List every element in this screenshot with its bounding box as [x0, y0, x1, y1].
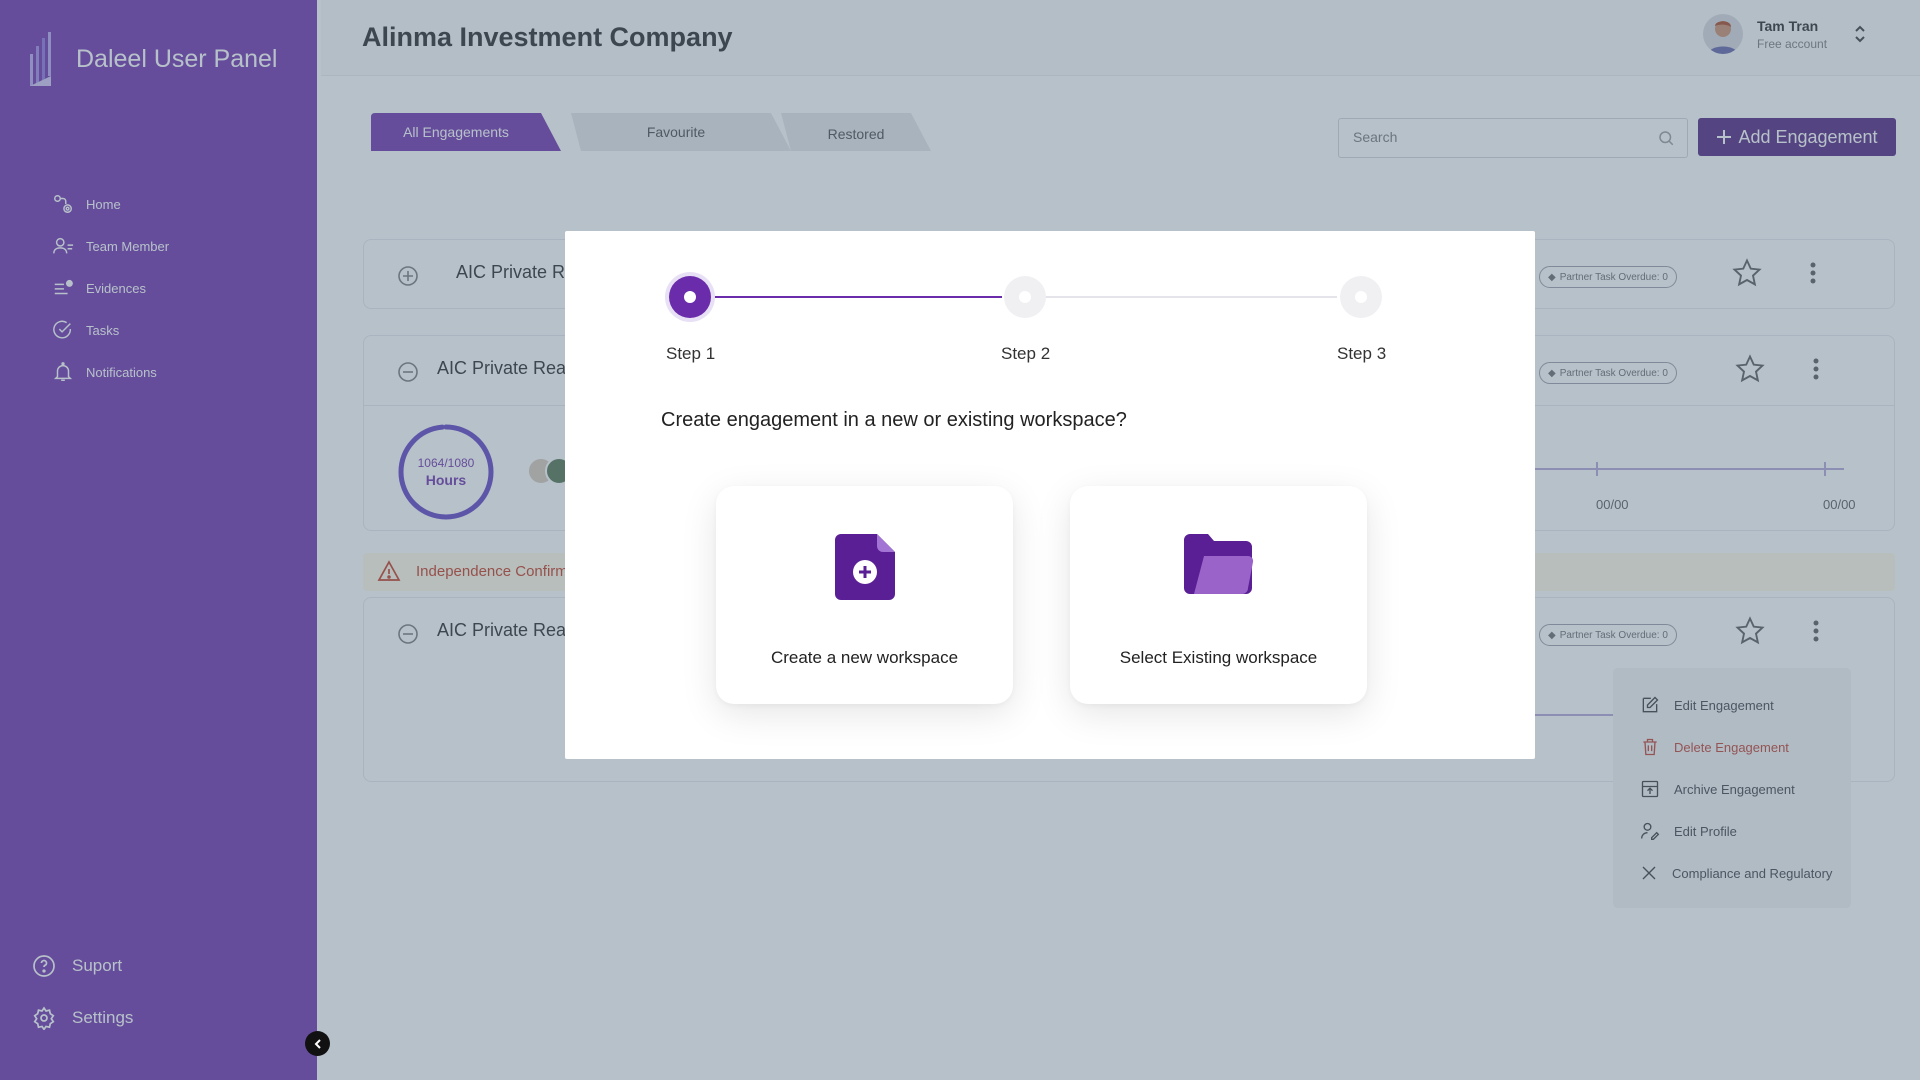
engagement-name[interactable]: AIC Private Real	[437, 358, 570, 379]
more-options-icon[interactable]	[1812, 357, 1820, 381]
hours-unit: Hours	[425, 472, 467, 488]
option-icon-wrap	[1070, 534, 1367, 594]
tab-all-engagements[interactable]: All Engagements	[371, 113, 541, 151]
tab-restored[interactable]: Restored	[791, 115, 921, 153]
sidebar-item-label: Notifications	[86, 364, 157, 380]
engagement-name[interactable]: AIC Private Re	[456, 262, 575, 283]
warning-icon	[377, 560, 401, 581]
user-menu[interactable]: Tam Tran Free account	[1703, 14, 1867, 54]
sidebar-bottom-nav: Suport Settings	[32, 940, 133, 1044]
user-name: Tam Tran	[1757, 17, 1819, 34]
step-3-label: Step 3	[1337, 344, 1387, 363]
sidebar-item-team-member[interactable]: Team Member	[52, 225, 169, 267]
brand: Daleel User Panel	[28, 30, 278, 88]
timeline-tick	[1596, 462, 1598, 476]
topbar: Alinma Investment Company Tam Tran Free …	[321, 0, 1920, 76]
add-engagement-button[interactable]: Add Engagement	[1698, 118, 1896, 156]
option-icon-wrap	[716, 534, 1013, 600]
help-icon	[33, 955, 55, 977]
new-file-icon	[834, 534, 895, 600]
step-2-label: Step 2	[1001, 344, 1051, 363]
engagement-options-menu: Edit Engagement Delete Engagement Archiv…	[1613, 668, 1851, 908]
option-label: Select Existing workspace	[1119, 648, 1318, 667]
sidebar-item-settings[interactable]: Settings	[32, 992, 133, 1044]
partner-task-badge: ◆ Partner Task Overdue: 0	[1539, 362, 1677, 384]
search-icon[interactable]	[1657, 129, 1675, 147]
tasks-icon	[53, 320, 72, 339]
collapse-icon[interactable]	[398, 624, 418, 644]
page-title: Alinma Investment Company	[362, 22, 733, 52]
engagement-timeline	[1514, 462, 1844, 476]
diamond-icon: ◆	[1548, 367, 1556, 379]
user-plan: Free account	[1757, 36, 1828, 51]
timeline-date: 00/00	[1596, 497, 1629, 512]
sidebar-item-notifications[interactable]: Notifications	[52, 351, 169, 393]
plus-icon	[1717, 130, 1732, 144]
stepper-line-pending	[1025, 296, 1337, 298]
chevron-up-down-icon[interactable]	[1853, 24, 1867, 44]
partner-task-badge: ◆ Partner Task Overdue: 0	[1539, 624, 1677, 646]
hours-progress-ring: 1064/1080 Hours	[396, 422, 496, 522]
gear-icon	[33, 1006, 55, 1030]
step-3-indicator[interactable]	[1340, 276, 1382, 318]
more-options-icon[interactable]	[1809, 261, 1817, 285]
star-icon[interactable]	[1735, 616, 1765, 646]
sidebar-item-evidences[interactable]: Evidences	[52, 267, 169, 309]
avatar	[1703, 14, 1743, 54]
star-icon[interactable]	[1735, 354, 1765, 384]
logo-icon	[30, 32, 51, 86]
create-new-workspace-option[interactable]: Create a new workspace	[716, 486, 1013, 704]
collapse-sidebar-button[interactable]	[305, 1031, 330, 1056]
hours-count: 1064/1080	[417, 456, 475, 470]
select-existing-workspace-option[interactable]: Select Existing workspace	[1070, 486, 1367, 704]
create-engagement-modal: Step 1 Step 2 Step 3 Create engagement i…	[565, 231, 1535, 759]
diamond-icon: ◆	[1548, 271, 1556, 283]
search-box	[1338, 118, 1688, 158]
timeline-tick	[1824, 462, 1826, 476]
user-info: Tam Tran Free account	[1757, 18, 1827, 51]
folder-icon	[1183, 534, 1253, 594]
stepper-line-completed	[690, 296, 1002, 298]
step-1-label: Step 1	[666, 344, 716, 363]
partner-task-badge: ◆ Partner Task Overdue: 0	[1539, 266, 1677, 288]
brand-title: Daleel User Panel	[76, 44, 278, 73]
sidebar-item-label: Evidences	[86, 280, 146, 296]
sidebar-item-label: Home	[86, 196, 121, 212]
sidebar: Daleel User Panel Home Team Member Evide…	[0, 0, 319, 1080]
expand-icon[interactable]	[398, 266, 418, 286]
option-label: Create a new workspace	[770, 648, 959, 667]
timeline-date: 00/00	[1823, 497, 1856, 512]
step-2-indicator[interactable]	[1004, 276, 1046, 318]
engagement-name[interactable]: AIC Private Real	[437, 620, 570, 641]
star-icon[interactable]	[1732, 258, 1762, 288]
sidebar-item-label: Suport	[72, 956, 123, 975]
chevron-left-icon	[314, 1038, 321, 1049]
modal-question: Create engagement in a new or existing w…	[661, 409, 1127, 431]
bell-icon	[53, 362, 73, 381]
sidebar-item-label: Tasks	[86, 322, 120, 338]
evidences-icon	[54, 279, 73, 295]
hours-progress-text: 1064/1080 Hours	[396, 456, 496, 488]
step-1-indicator[interactable]	[669, 276, 711, 318]
home-icon	[54, 195, 72, 213]
sidebar-item-label: Settings	[72, 1008, 134, 1027]
sidebar-nav: Home Team Member Evidences Tasks Notific…	[52, 183, 169, 393]
diamond-icon: ◆	[1548, 629, 1556, 641]
tab-favourite[interactable]: Favourite	[576, 113, 776, 151]
sidebar-item-label: Team Member	[86, 238, 170, 254]
sidebar-item-tasks[interactable]: Tasks	[52, 309, 169, 351]
collapse-icon[interactable]	[398, 362, 418, 382]
sidebar-item-support[interactable]: Suport	[32, 940, 133, 992]
add-engagement-label: Add Engagement	[1738, 126, 1878, 147]
menu-dim-layer	[1613, 668, 1851, 908]
sidebar-item-home[interactable]: Home	[52, 183, 169, 225]
alert-text: Independence Confirm	[416, 563, 568, 580]
more-options-icon[interactable]	[1812, 619, 1820, 643]
search-input[interactable]	[1353, 129, 1643, 145]
team-icon	[53, 237, 74, 254]
